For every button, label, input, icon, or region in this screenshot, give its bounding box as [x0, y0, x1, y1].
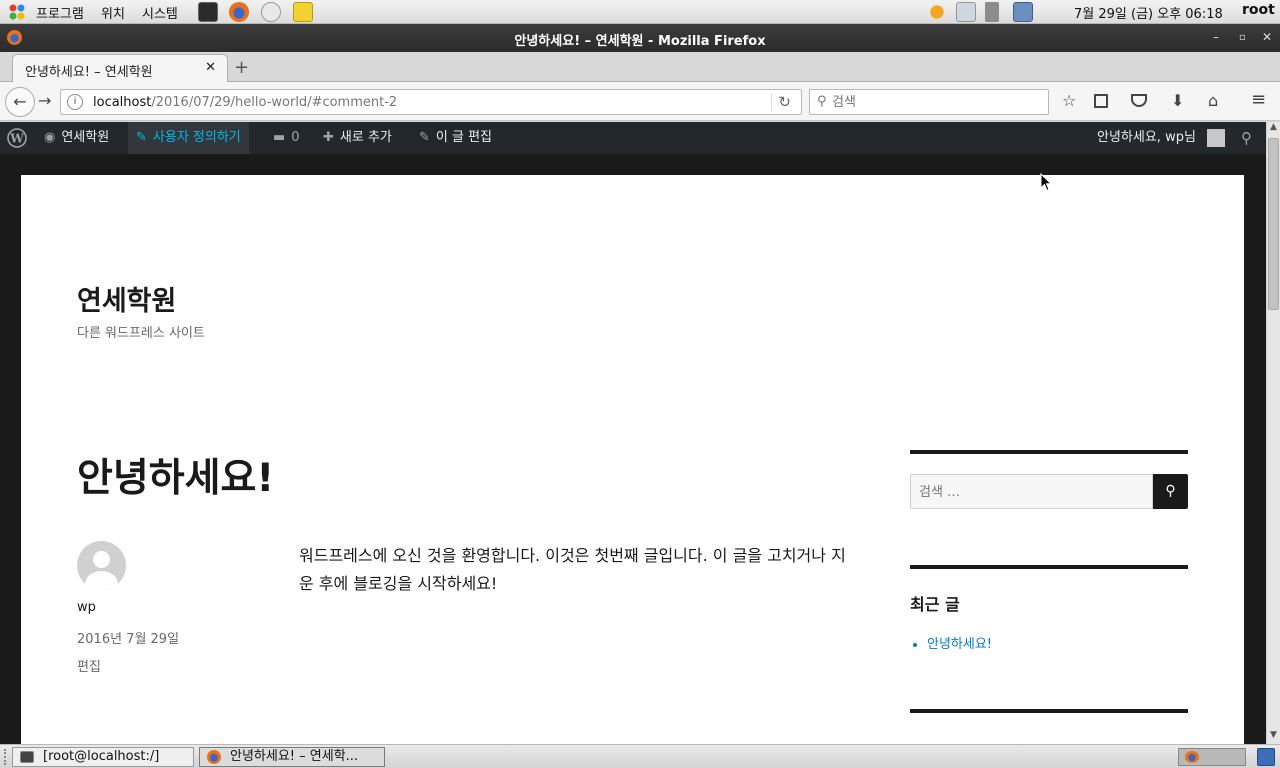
wp-edit-post-link[interactable]: ✎ 이 글 편집: [419, 122, 492, 154]
home-icon[interactable]: ⌂: [1208, 91, 1218, 110]
page-viewport: 연세학원 다른 워드프레스 사이트 안녕하세요! wp 2016년 7월 29일…: [0, 154, 1266, 744]
post-author-link[interactable]: wp: [77, 600, 96, 615]
volume-icon[interactable]: [985, 2, 999, 22]
update-notifier-icon[interactable]: [927, 2, 947, 22]
menu-system[interactable]: 시스템: [142, 3, 178, 22]
widget-divider: [910, 709, 1188, 713]
menu-places[interactable]: 위치: [101, 3, 125, 22]
recent-posts-title: 최근 글: [910, 595, 960, 614]
show-desktop-icon[interactable]: [1257, 748, 1275, 766]
window-titlebar: 안녕하세요! – 연세학원 - Mozilla Firefox – ▫ ✕: [0, 24, 1280, 52]
tab-strip: 안녕하세요! – 연세학원 ✕ +: [0, 52, 1280, 83]
site-title[interactable]: 연세학원: [77, 279, 176, 318]
downloads-icon[interactable]: ⬇: [1171, 91, 1184, 110]
wp-account-link[interactable]: 안녕하세요, wp님: [1097, 122, 1196, 154]
window-title: 안녕하세요! – 연세학원 - Mozilla Firefox: [514, 34, 766, 49]
workspace-switcher[interactable]: [1178, 748, 1246, 766]
firefox-launcher-icon[interactable]: [229, 2, 249, 22]
bottom-taskbar: [root@localhost:/] 안녕하세요! – 연세학...: [0, 744, 1280, 768]
sidebar-search-input[interactable]: [919, 483, 1144, 501]
plus-icon: ✚: [323, 130, 334, 145]
clock[interactable]: 7월 29일 (금) 오후 06:18: [1074, 3, 1223, 22]
menu-applications[interactable]: 프로그램: [36, 3, 84, 22]
sidebar-search-button[interactable]: ⚲: [1153, 474, 1188, 509]
search-icon: ⚲: [1165, 483, 1176, 499]
browser-search-input[interactable]: [832, 93, 1042, 111]
svg-text:W: W: [9, 132, 24, 146]
page-scrollbar[interactable]: ▲ ▼: [1266, 122, 1280, 744]
post-content: 워드프레스에 오신 것을 환영합니다. 이것은 첫번째 글입니다. 이 글을 고…: [299, 546, 846, 593]
wordpress-logo-icon[interactable]: W: [7, 122, 27, 154]
taskbar-item-firefox[interactable]: 안녕하세요! – 연세학...: [199, 747, 385, 767]
new-tab-icon[interactable]: +: [234, 57, 249, 78]
search-icon: ⚲: [817, 94, 827, 109]
firefox-icon: [1185, 751, 1199, 763]
scroll-thumb[interactable]: [1268, 138, 1279, 310]
sidebar-search-field[interactable]: [910, 474, 1153, 509]
tab-close-icon[interactable]: ✕: [205, 60, 216, 75]
post-title: 안녕하세요!: [77, 456, 275, 501]
taskbar-handle: [4, 749, 8, 765]
browser-search-box[interactable]: ⚲: [809, 89, 1049, 115]
pocket-icon[interactable]: [1131, 94, 1147, 107]
user-menu[interactable]: root: [1242, 2, 1275, 18]
bookmark-star-icon[interactable]: ☆: [1062, 91, 1076, 110]
terminal-launcher-icon[interactable]: [198, 2, 218, 22]
reload-icon[interactable]: ↻: [771, 93, 791, 111]
minimize-button[interactable]: –: [1213, 30, 1219, 44]
recent-posts-list: 안녕하세요!: [927, 633, 992, 652]
top-panel: 프로그램 위치 시스템 7월 29일 (금) 오후 06:18 root: [0, 0, 1280, 24]
forward-button[interactable]: →: [38, 91, 51, 110]
widget-divider: [910, 565, 1188, 569]
firefox-icon: [207, 750, 221, 764]
tab-active[interactable]: 안녕하세요! – 연세학원 ✕: [12, 54, 228, 83]
pencil-icon: ✎: [419, 130, 430, 145]
scroll-down-arrow[interactable]: ▼: [1267, 730, 1280, 744]
notes-launcher-icon[interactable]: [293, 2, 313, 22]
search-icon[interactable]: ⚲: [1241, 122, 1252, 154]
brush-icon: ✎: [136, 130, 147, 145]
wp-comments-link[interactable]: ▬ 0: [273, 122, 300, 154]
reading-list-icon[interactable]: [1094, 94, 1108, 108]
site-info-icon[interactable]: i: [67, 94, 83, 110]
navigation-toolbar: ← → i localhost/2016/07/29/hello-world/#…: [0, 82, 1280, 121]
mouse-cursor-icon: [1040, 173, 1052, 192]
tab-label: 안녕하세요! – 연세학원: [25, 65, 153, 80]
wp-site-name-link[interactable]: ◉ 연세학원: [44, 122, 109, 154]
terminal-icon: [20, 751, 34, 763]
post-edit-link[interactable]: 편집: [77, 656, 101, 675]
display-tray-icon[interactable]: [1013, 2, 1033, 22]
maximize-button[interactable]: ▫: [1239, 32, 1246, 43]
url-text[interactable]: localhost/2016/07/29/hello-world/#commen…: [93, 95, 397, 110]
close-window-button[interactable]: ✕: [1262, 30, 1272, 44]
wp-admin-bar: W ◉ 연세학원 ✎ 사용자 정의하기 ▬ 0 ✚ 새로 추가 ✎ 이 글 편집 안녕하세…: [0, 122, 1266, 154]
author-avatar: [77, 541, 126, 590]
widget-divider: [910, 450, 1188, 454]
comment-icon: ▬: [273, 130, 286, 145]
back-button[interactable]: ←: [5, 87, 35, 117]
hamburger-menu-icon[interactable]: ≡: [1251, 89, 1266, 110]
taskbar-item-terminal[interactable]: [root@localhost:/]: [12, 747, 194, 767]
network-tray-icon[interactable]: [956, 2, 976, 22]
gnome-foot-icon[interactable]: [7, 3, 27, 21]
dashboard-icon: ◉: [44, 130, 56, 145]
site-description: 다른 워드프레스 사이트: [77, 326, 205, 341]
post-date-link[interactable]: 2016년 7월 29일: [77, 628, 179, 647]
url-bar[interactable]: i localhost/2016/07/29/hello-world/#comm…: [60, 89, 802, 115]
wp-customize-link[interactable]: ✎ 사용자 정의하기: [128, 122, 249, 154]
avatar[interactable]: [1207, 129, 1225, 147]
scroll-up-arrow[interactable]: ▲: [1267, 122, 1280, 136]
site-page: 연세학원 다른 워드프레스 사이트 안녕하세요! wp 2016년 7월 29일…: [21, 175, 1244, 744]
wp-new-content-link[interactable]: ✚ 새로 추가: [323, 122, 392, 154]
recent-post-link[interactable]: 안녕하세요!: [927, 633, 992, 652]
mail-launcher-icon[interactable]: [261, 2, 281, 22]
